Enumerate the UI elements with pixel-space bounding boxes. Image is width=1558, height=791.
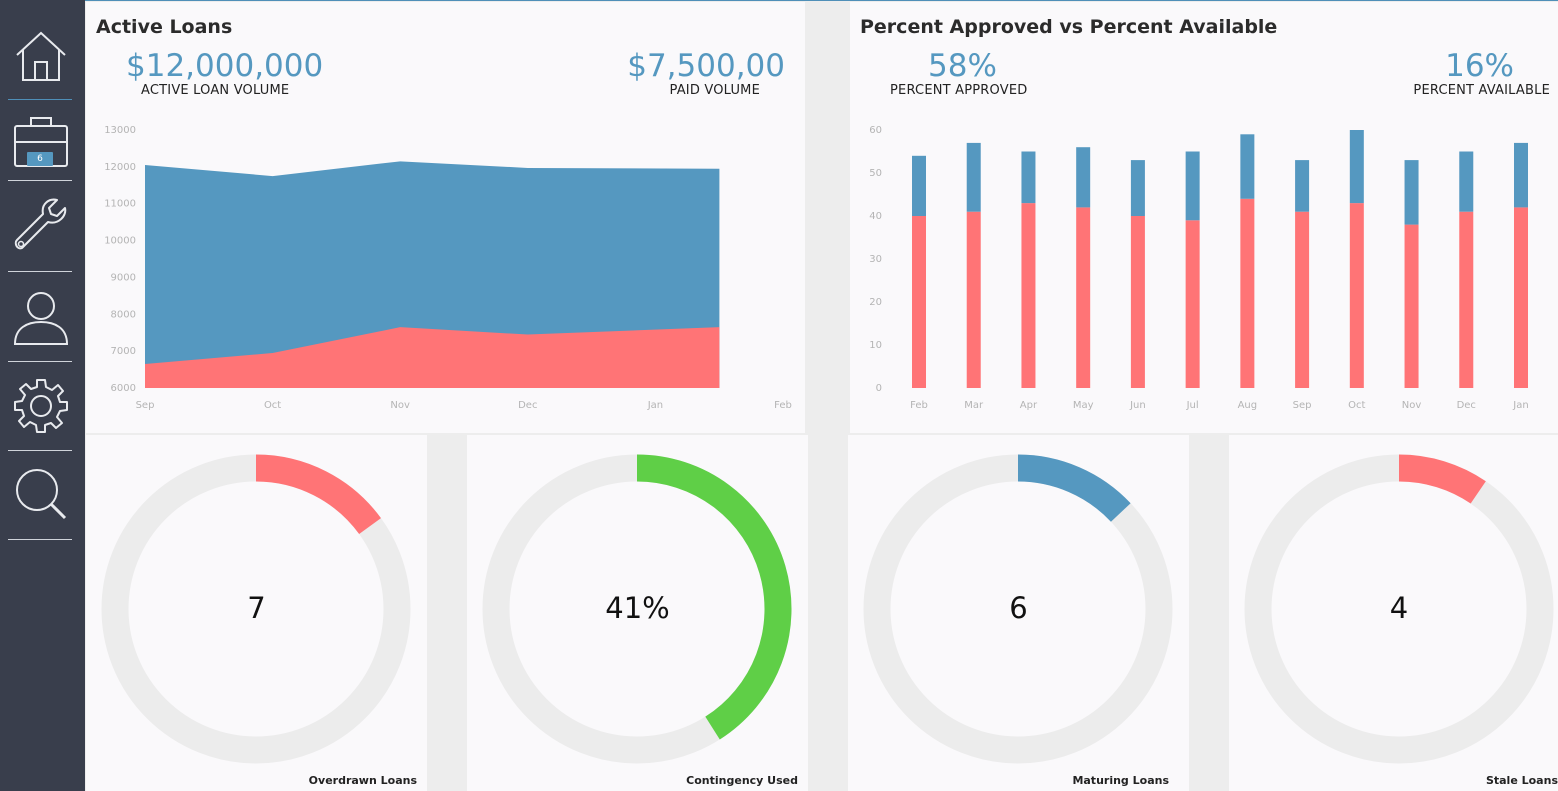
bar-segment bbox=[1349, 203, 1364, 388]
donut-arc bbox=[1398, 454, 1486, 504]
gear-icon bbox=[14, 379, 68, 433]
x-tick-label: Dec bbox=[518, 400, 537, 411]
bar-segment bbox=[1514, 142, 1528, 208]
bar-segment bbox=[1240, 134, 1255, 199]
bar-segment bbox=[966, 142, 981, 212]
maturing-loans-label: Maturing Loans bbox=[1072, 774, 1169, 787]
user-icon bbox=[13, 292, 69, 345]
bar-segment bbox=[912, 216, 926, 388]
y-tick-label: 30 bbox=[869, 254, 882, 265]
x-tick-label: Oct bbox=[1348, 400, 1365, 411]
y-tick-label: 7000 bbox=[111, 346, 136, 357]
donut-arc bbox=[1017, 454, 1131, 522]
overdrawn-loans-panel: 7 Overdrawn Loans bbox=[86, 435, 427, 791]
briefcase-badge: 6 bbox=[37, 154, 43, 164]
x-tick-label: May bbox=[1073, 400, 1094, 411]
x-tick-label: Mar bbox=[964, 400, 984, 411]
sidebar: 6 bbox=[0, 0, 85, 791]
bar-segment bbox=[1295, 160, 1310, 212]
y-tick-label: 0 bbox=[876, 383, 882, 394]
x-tick-label: Aug bbox=[1238, 400, 1258, 411]
y-tick-label: 9000 bbox=[111, 272, 136, 283]
contingency-used-label: Contingency Used bbox=[686, 774, 798, 787]
bar-segment bbox=[1021, 203, 1036, 388]
bar-segment bbox=[1130, 160, 1145, 216]
x-tick-label: Apr bbox=[1020, 400, 1038, 411]
y-tick-label: 40 bbox=[869, 211, 882, 222]
bar-segment bbox=[1459, 211, 1474, 388]
bar-segment bbox=[1021, 151, 1036, 204]
sidebar-item-tools[interactable] bbox=[0, 198, 85, 254]
sidebar-separator bbox=[8, 361, 72, 362]
sidebar-separator bbox=[8, 450, 72, 451]
maturing-loans-value: 6 bbox=[1009, 591, 1028, 625]
sidebar-item-profile[interactable] bbox=[0, 290, 85, 346]
x-tick-label: Jun bbox=[1129, 400, 1146, 411]
sidebar-separator bbox=[8, 99, 72, 100]
x-tick-label: Oct bbox=[264, 400, 281, 411]
stale-loans-value: 4 bbox=[1389, 591, 1409, 625]
top-accent-line bbox=[0, 0, 1558, 1]
bar-segment bbox=[1130, 216, 1145, 388]
contingency-used-panel: 41% Contingency Used bbox=[467, 435, 808, 791]
donut-arc bbox=[255, 454, 381, 535]
sidebar-separator bbox=[8, 271, 72, 272]
bar-segment bbox=[1514, 207, 1528, 388]
x-tick-label: Jan bbox=[1512, 400, 1528, 411]
x-tick-label: Sep bbox=[1293, 400, 1312, 411]
x-tick-label: Dec bbox=[1457, 400, 1476, 411]
x-tick-label: Feb bbox=[910, 400, 928, 411]
bar-segment bbox=[1185, 151, 1200, 221]
sidebar-item-settings[interactable] bbox=[0, 378, 85, 434]
y-tick-label: 12000 bbox=[104, 162, 136, 173]
y-tick-label: 10 bbox=[869, 340, 882, 351]
x-tick-label: Jan bbox=[647, 400, 663, 411]
sidebar-separator bbox=[8, 539, 72, 540]
y-tick-label: 50 bbox=[869, 168, 882, 179]
sidebar-separator bbox=[8, 180, 72, 181]
bar-segment bbox=[1076, 207, 1091, 388]
bar-segment bbox=[1404, 160, 1419, 225]
bar-segment bbox=[1295, 211, 1310, 388]
bar-segment bbox=[1349, 130, 1364, 204]
approved-panel: Percent Approved vs Percent Available 58… bbox=[850, 2, 1558, 433]
y-tick-label: 11000 bbox=[104, 199, 136, 210]
x-tick-label: Nov bbox=[1402, 400, 1422, 411]
y-tick-label: 6000 bbox=[111, 383, 136, 394]
home-icon bbox=[16, 31, 66, 81]
x-tick-label: Jul bbox=[1186, 400, 1199, 411]
sidebar-item-search[interactable] bbox=[0, 468, 85, 524]
overdrawn-loans-label: Overdrawn Loans bbox=[308, 774, 417, 787]
bar-segment bbox=[1404, 224, 1419, 388]
y-tick-label: 10000 bbox=[104, 236, 136, 247]
contingency-used-value: 41% bbox=[605, 591, 670, 625]
bar-segment bbox=[1185, 220, 1200, 388]
bar-segment bbox=[1459, 151, 1474, 212]
y-tick-label: 60 bbox=[869, 125, 882, 136]
bar-segment bbox=[1076, 147, 1091, 208]
wrench-icon bbox=[14, 198, 67, 250]
stale-loans-label: Stale Loans bbox=[1485, 774, 1558, 787]
sidebar-item-loans[interactable]: 6 bbox=[0, 116, 85, 172]
approved-bar-chart: 0 10 20 30 40 50 60 Feb Mar Apr May Jun Jul Aug Sep Oct… bbox=[869, 125, 1528, 411]
overdrawn-loans-value: 7 bbox=[247, 591, 266, 625]
y-tick-label: 20 bbox=[869, 297, 882, 308]
y-tick-label: 13000 bbox=[104, 125, 136, 136]
y-tick-label: 8000 bbox=[111, 309, 136, 320]
x-tick-label: Feb bbox=[774, 400, 792, 411]
sidebar-item-home[interactable] bbox=[0, 28, 85, 86]
x-tick-label: Nov bbox=[390, 400, 410, 411]
bar-segment bbox=[912, 155, 926, 216]
active-loans-panel: Active Loans $12,000,000 ACTIVE LOAN VOL… bbox=[86, 2, 805, 433]
x-tick-label: Sep bbox=[136, 400, 155, 411]
active-loans-area-chart: 6000 7000 8000 9000 10000 11000 12000 13000 Sep O… bbox=[104, 125, 792, 411]
search-icon bbox=[16, 469, 67, 520]
maturing-loans-panel: 6 Maturing Loans bbox=[848, 435, 1189, 791]
bar-segment bbox=[966, 211, 981, 388]
bar-segment bbox=[1240, 198, 1255, 388]
stale-loans-panel: 4 Stale Loans bbox=[1229, 435, 1558, 791]
